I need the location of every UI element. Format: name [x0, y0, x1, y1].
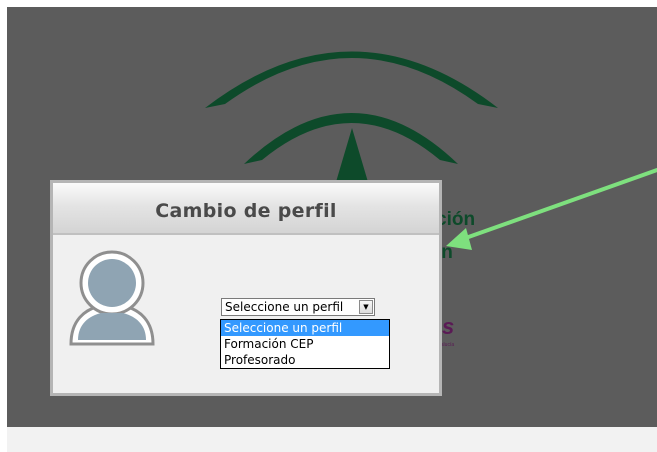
profile-dropdown-list: Seleccione un perfil Formación CEP Profe… [220, 319, 390, 369]
logo-arc-outer [205, 51, 498, 108]
dialog-header: Cambio de perfil [53, 183, 439, 235]
chevron-down-icon[interactable]: ▼ [359, 300, 373, 314]
profile-select-value: Seleccione un perfil [225, 300, 344, 314]
logo-triangle [336, 128, 368, 182]
profile-option-profesorado[interactable]: Profesorado [221, 352, 389, 368]
dialog-title: Cambio de perfil [155, 200, 337, 222]
profile-option-seleccione[interactable]: Seleccione un perfil [221, 320, 389, 336]
profile-change-dialog: Cambio de perfil Seleccione un perfil ▼ … [50, 180, 442, 396]
profile-option-formacion-cep[interactable]: Formación CEP [221, 336, 389, 352]
logo-brand-text: s [442, 314, 455, 339]
profile-select[interactable]: Seleccione un perfil ▼ [221, 298, 375, 316]
user-silhouette-icon [69, 250, 155, 346]
